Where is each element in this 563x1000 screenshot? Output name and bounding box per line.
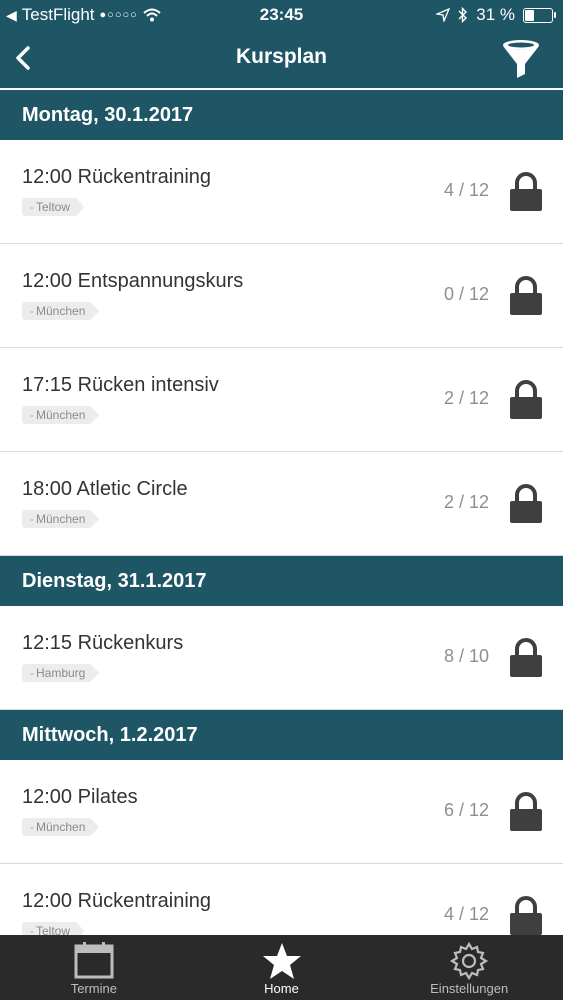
location-tag: - München (22, 406, 100, 424)
participant-count: 6 / 12 (443, 800, 489, 820)
tab-bar: Termine Home Einstellungen (0, 935, 563, 1000)
lock-icon (510, 484, 542, 523)
tab-termine[interactable]: Termine (0, 935, 188, 1000)
location-tag: - München (22, 510, 100, 528)
tab-home[interactable]: Home (188, 935, 376, 1000)
course-title: 12:00 Rückentraining (22, 890, 212, 912)
course-title: 18:00 Atletic Circle (22, 478, 188, 500)
location-label: Teltow (36, 200, 71, 214)
battery-icon (523, 7, 556, 23)
location-label: München (36, 512, 86, 526)
section-header-date: Dienstag, 31.1.2017 (0, 556, 563, 606)
section-header-date: Montag, 30.1.2017 (0, 90, 563, 140)
course-list[interactable]: Montag, 30.1.2017 12:00 Rückentraining - Te… (0, 90, 563, 968)
course-title: 12:15 Rückenkurs (22, 632, 184, 654)
participant-count: 2 / 12 (443, 492, 489, 512)
calendar-icon (74, 942, 114, 979)
location-tag: - Hamburg (22, 664, 100, 682)
course-row[interactable]: 12:15 Rückenkurs - Hamburg 8 / 10 (0, 606, 563, 710)
gear-icon (450, 941, 489, 981)
course-title: 17:15 Rücken intensiv (22, 374, 219, 396)
course-title: 12:00 Entspannungskurs (22, 270, 244, 292)
tab-einstellungen[interactable]: Einstellungen (375, 935, 563, 1000)
participant-count: 2 / 12 (443, 388, 489, 408)
course-row[interactable]: 12:00 Entspannungskurs - München 0 / 12 (0, 244, 563, 348)
participant-count: 0 / 12 (443, 284, 489, 304)
bluetooth-icon (458, 7, 468, 23)
filter-funnel-icon[interactable] (499, 38, 543, 82)
lock-icon (510, 380, 542, 419)
course-title: 12:00 Pilates (22, 786, 138, 808)
participant-count: 4 / 12 (443, 180, 489, 200)
lock-icon (510, 276, 542, 315)
course-row[interactable]: 12:00 Rückentraining - Teltow 4 / 12 (0, 140, 563, 244)
participant-count: 4 / 12 (443, 904, 489, 924)
participant-count: 8 / 10 (443, 646, 489, 666)
star-icon (262, 943, 301, 979)
location-label: München (36, 820, 86, 834)
location-label: München (36, 408, 86, 422)
course-row[interactable]: 17:15 Rücken intensiv - München 2 / 12 (0, 348, 563, 452)
status-bar: ◀ TestFlight ●○○○○ 23:45 31 % (0, 0, 563, 30)
location-tag: - München (22, 302, 100, 320)
location-tag: - München (22, 818, 100, 836)
lock-icon (510, 638, 542, 677)
battery-percent: 31 % (476, 5, 515, 24)
lock-icon (510, 172, 542, 211)
navigation-bar: Kursplan (0, 30, 563, 88)
section-header-date: Mittwoch, 1.2.2017 (0, 710, 563, 760)
course-row[interactable]: 18:00 Atletic Circle - München 2 / 12 (0, 452, 563, 556)
lock-icon (510, 792, 542, 831)
location-label: München (36, 304, 86, 318)
page-title: Kursplan (235, 45, 327, 68)
location-arrow-icon (436, 8, 451, 22)
course-title: 12:00 Rückentraining (22, 166, 212, 188)
course-row[interactable]: 12:00 Pilates - München 6 / 12 (0, 760, 563, 864)
lock-icon (510, 896, 542, 935)
tab-einstellungen-label: Einstellungen (430, 981, 509, 996)
location-tag: - Teltow (22, 198, 85, 216)
tab-termine-label: Termine (70, 981, 117, 996)
tab-home-label: Home (264, 981, 299, 996)
location-label: Hamburg (36, 666, 86, 680)
